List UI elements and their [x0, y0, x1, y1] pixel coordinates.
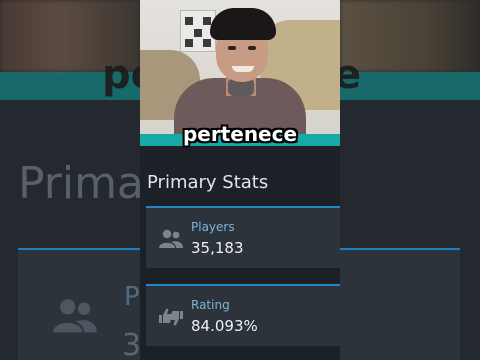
stat-card-players: Players 35,183 [146, 206, 340, 268]
webcam-overlay [140, 0, 340, 134]
background-stat-value: 3 [122, 328, 140, 360]
background-caption-fragment: pe [102, 52, 140, 98]
stat-label: Rating [191, 298, 230, 312]
blurred-background-left: pe Primar P 3 [0, 0, 140, 360]
background-users-icon [53, 299, 97, 333]
video-frame: pe Primar P 3 e [0, 0, 480, 360]
background-card-right [340, 248, 460, 360]
background-stat-initial: P [124, 282, 140, 312]
video-center-column: pertenece Primary Stats Players 35,183 R… [140, 0, 340, 360]
users-icon [159, 229, 183, 248]
background-caption-fragment-right: e [340, 52, 362, 98]
stat-value: 84.093% [191, 317, 258, 335]
blurred-background-right: e [340, 0, 480, 360]
subtitle-caption: pertenece [182, 122, 298, 146]
section-title: Primary Stats [147, 172, 269, 193]
stat-value: 35,183 [191, 239, 244, 257]
stat-label: Players [191, 220, 235, 234]
person-hair [210, 8, 276, 40]
background-title-fragment: Primar [18, 158, 140, 209]
thumbs-up-down-icon [159, 308, 183, 326]
stat-card-rating: Rating 84.093% [146, 284, 340, 346]
